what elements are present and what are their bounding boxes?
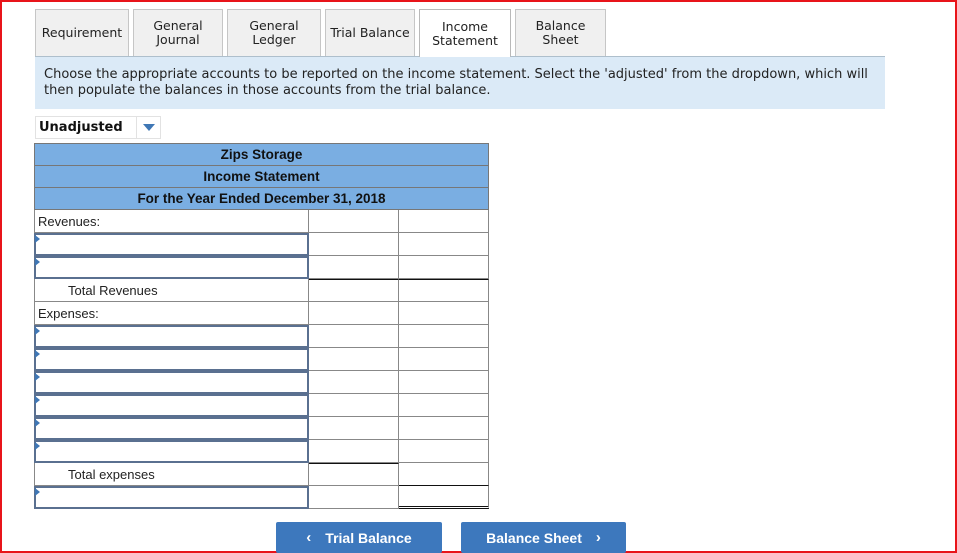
tab-general-ledger[interactable]: General Ledger: [227, 9, 321, 56]
revenues-label: Revenues:: [34, 210, 309, 233]
net-income-account-select[interactable]: [34, 486, 309, 509]
total-expenses-row: Total expenses: [34, 463, 489, 486]
expense-account-select[interactable]: [34, 371, 309, 394]
table-row: [34, 233, 489, 256]
dropdown-value: Unadjusted: [39, 120, 123, 135]
expense-amount-input[interactable]: [309, 348, 399, 371]
tab-label: Trial Balance: [330, 25, 410, 40]
total-revenues-input[interactable]: [399, 279, 489, 302]
expense-account-select[interactable]: [34, 394, 309, 417]
tab-balance-sheet[interactable]: Balance Sheet: [515, 9, 606, 56]
tab-label: General: [249, 18, 299, 33]
revenue-total-input[interactable]: [399, 256, 489, 279]
tab-requirement[interactable]: Requirement: [35, 9, 129, 56]
amount-cell: [309, 210, 399, 233]
prev-trial-balance-button[interactable]: ‹ Trial Balance: [276, 522, 442, 553]
tab-label: Income: [442, 18, 488, 34]
tab-label: Ledger: [252, 32, 296, 47]
tab-label: Statement: [432, 32, 498, 48]
revenue-account-select[interactable]: [34, 233, 309, 256]
expense-account-select[interactable]: [34, 348, 309, 371]
revenue-amount-input[interactable]: [309, 256, 399, 279]
expense-amount-input[interactable]: [309, 371, 399, 394]
tab-label: Journal: [156, 32, 200, 47]
income-statement-table: Zips Storage Income Statement For the Ye…: [34, 143, 489, 509]
total-revenues-amount-input[interactable]: [309, 279, 399, 302]
tab-bar: Requirement General Journal General Ledger…: [35, 9, 606, 57]
expense-total-input[interactable]: [399, 417, 489, 440]
next-balance-sheet-button[interactable]: Balance Sheet ›: [461, 522, 626, 553]
expense-total-input[interactable]: [399, 325, 489, 348]
table-row: [34, 417, 489, 440]
expense-amount-input[interactable]: [309, 394, 399, 417]
company-name: Zips Storage: [34, 143, 489, 166]
chevron-left-icon: ‹: [306, 529, 312, 546]
tab-income-statement[interactable]: Income Statement: [419, 9, 511, 57]
expense-account-select[interactable]: [34, 325, 309, 348]
statement-period: For the Year Ended December 31, 2018: [34, 187, 489, 210]
next-button-label: Balance Sheet: [486, 529, 582, 546]
tab-label: General: [153, 18, 203, 33]
tab-general-journal[interactable]: General Journal: [133, 9, 223, 56]
total-expenses-amount-input[interactable]: [309, 463, 399, 486]
expense-account-select[interactable]: [34, 417, 309, 440]
total-revenues-label: Total Revenues: [34, 279, 309, 302]
chevron-down-icon[interactable]: [136, 117, 160, 138]
expense-amount-input[interactable]: [309, 325, 399, 348]
prev-button-label: Trial Balance: [325, 529, 412, 546]
table-row: [34, 348, 489, 371]
chevron-right-icon: ›: [595, 529, 601, 546]
net-income-row: [34, 486, 489, 509]
expense-amount-input[interactable]: [309, 417, 399, 440]
total-expenses-input[interactable]: [399, 463, 489, 486]
revenue-amount-input[interactable]: [309, 233, 399, 256]
statement-title: Income Statement: [34, 165, 489, 188]
expense-total-input[interactable]: [399, 371, 489, 394]
net-income-amount-input[interactable]: [309, 486, 399, 509]
expense-account-select[interactable]: [34, 440, 309, 463]
total-cell: [399, 210, 489, 233]
tab-label: Balance Sheet: [535, 18, 586, 47]
table-row: [34, 325, 489, 348]
adjusted-dropdown[interactable]: Unadjusted: [35, 116, 161, 139]
table-row: [34, 394, 489, 417]
expense-total-input[interactable]: [399, 394, 489, 417]
tab-trial-balance[interactable]: Trial Balance: [325, 9, 415, 56]
table-row: [34, 440, 489, 463]
revenues-label-row: Revenues:: [34, 210, 489, 233]
total-cell: [399, 302, 489, 325]
instructions-banner: Choose the appropriate accounts to be re…: [35, 56, 885, 109]
expenses-label: Expenses:: [34, 302, 309, 325]
net-income-total-input[interactable]: [399, 486, 489, 509]
amount-cell: [309, 302, 399, 325]
table-row: [34, 371, 489, 394]
total-revenues-row: Total Revenues: [34, 279, 489, 302]
table-row: [34, 256, 489, 279]
expense-total-input[interactable]: [399, 348, 489, 371]
expense-amount-input[interactable]: [309, 440, 399, 463]
expenses-label-row: Expenses:: [34, 302, 489, 325]
expense-total-input[interactable]: [399, 440, 489, 463]
tab-label: Requirement: [41, 25, 123, 40]
total-expenses-label: Total expenses: [34, 463, 309, 486]
revenue-account-select[interactable]: [34, 256, 309, 279]
revenue-total-input[interactable]: [399, 233, 489, 256]
